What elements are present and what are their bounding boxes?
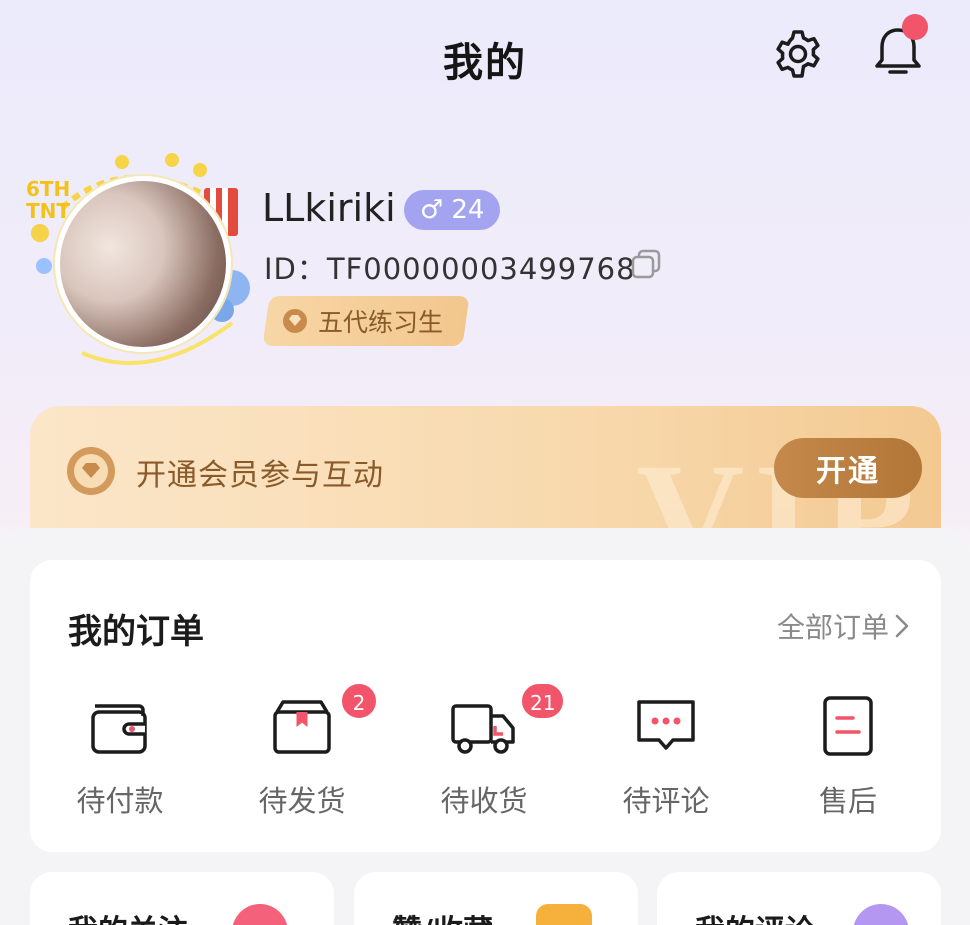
order-status-label: 待收货	[440, 784, 528, 818]
user-id: ID：TF00000003499768	[264, 252, 636, 286]
avatar-frame-text: 6TH TNT	[26, 177, 71, 223]
comment-bubble-icon	[853, 904, 909, 925]
order-status-pending-review[interactable]: 待评论	[576, 692, 756, 822]
order-status-label: 待评论	[622, 784, 710, 818]
order-status-pending-receipt[interactable]: 21 待收货	[394, 682, 574, 822]
order-status-pending-shipment[interactable]: 2 待发货	[212, 682, 392, 822]
order-status-pending-payment[interactable]: 待付款	[30, 692, 210, 822]
age-label: 24	[451, 195, 485, 225]
order-count-badge: 21	[520, 682, 566, 720]
chevron-right-icon	[895, 614, 909, 638]
copy-id-button[interactable]	[630, 248, 662, 280]
order-count-badge: 2	[340, 682, 378, 720]
top-bar: 我的	[0, 0, 970, 110]
diamond-icon	[283, 309, 307, 333]
all-orders-label: 全部订单	[776, 611, 889, 644]
comment-icon	[637, 700, 695, 750]
order-status-after-sales[interactable]: 售后	[758, 692, 938, 822]
orders-card: 我的订单 全部订单 待付款 2 待发货 21 待收货 待评论 售后	[30, 560, 941, 852]
my-comments-card[interactable]: 我的评论	[657, 872, 941, 925]
my-follows-card[interactable]: 我的关注	[30, 872, 334, 925]
wallet-icon	[91, 704, 147, 754]
vip-diamond-icon	[67, 447, 115, 495]
avatar[interactable]: 6TH TNT	[22, 148, 262, 380]
order-status-label: 待付款	[76, 784, 164, 818]
thumbs-up-icon	[536, 904, 592, 925]
likes-favorites-card[interactable]: 赞/收藏	[354, 872, 638, 925]
orders-title: 我的订单	[68, 612, 204, 652]
vip-open-button[interactable]: 开通	[774, 438, 922, 498]
order-status-label: 售后	[818, 784, 877, 818]
gear-icon	[776, 30, 820, 78]
username: LLkiriki	[262, 186, 396, 230]
order-status-label: 待发货	[258, 784, 346, 818]
copy-icon	[631, 249, 661, 279]
card-title: 赞/收藏	[392, 906, 493, 925]
card-title: 我的关注	[68, 906, 188, 925]
truck-icon	[451, 704, 515, 754]
package-icon	[273, 700, 331, 754]
settings-button[interactable]	[770, 26, 826, 82]
gender-age-badge: ♂ 24	[404, 190, 501, 230]
male-icon: ♂	[420, 195, 444, 225]
level-tag[interactable]: 五代练习生	[262, 296, 470, 346]
heart-icon	[232, 904, 288, 925]
notification-dot	[902, 14, 928, 40]
all-orders-link[interactable]: 全部订单	[777, 606, 911, 646]
level-tag-label: 五代练习生	[318, 308, 444, 337]
after-sales-icon	[823, 696, 873, 756]
card-title: 我的评论	[695, 906, 815, 925]
vip-promo-text: 开通会员参与互动	[136, 458, 384, 493]
